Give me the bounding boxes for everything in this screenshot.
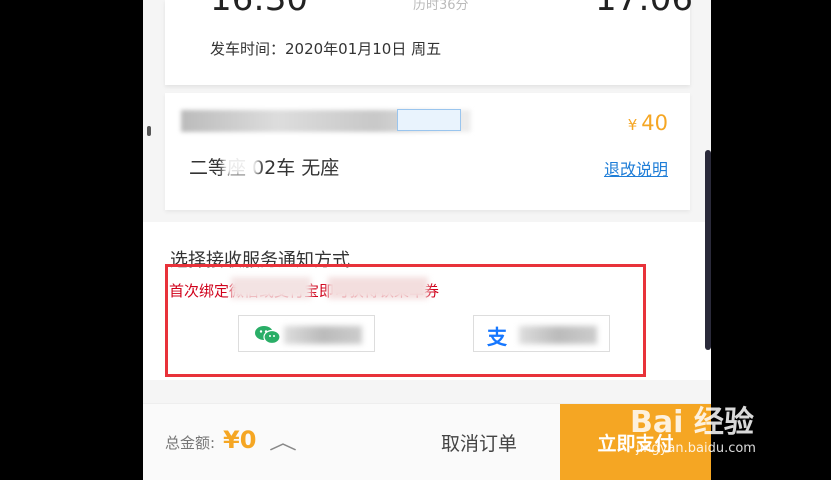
seat-card: ¥40 二等座 02车 无座 退改说明 — [165, 93, 690, 210]
ticket-type-badge — [397, 109, 461, 131]
trip-duration: 历时36分 — [413, 0, 469, 13]
departure-date: 发车时间：2020年01月10日 周五 — [210, 40, 442, 58]
watermark-logo: Bai 经验 — [630, 405, 754, 440]
total-amount: ¥0 — [223, 426, 257, 454]
checkout-bar: 总金额: ¥0 ︿ 取消订单 立即支付 — [143, 403, 711, 480]
seat-info: 二等座 02车 无座 — [189, 157, 340, 179]
ticket-price: ¥40 — [628, 111, 668, 135]
scrollbar[interactable] — [705, 150, 711, 350]
arrival-time: 17:06 — [595, 0, 693, 16]
seat-info-redaction — [223, 149, 259, 175]
highlight-box — [165, 264, 646, 377]
price-currency: ¥ — [627, 116, 638, 134]
cancel-order-button[interactable]: 取消订单 — [441, 429, 517, 456]
baidu-watermark: Bai 经验 jingyan.baidu.com — [630, 397, 756, 456]
edge-handle — [147, 126, 151, 136]
price-value: 40 — [641, 111, 668, 135]
app-screen: 16:30 历时36分 17:06 发车时间：2020年01月10日 周五 ¥4… — [143, 0, 711, 480]
refund-policy-link[interactable]: 退改说明 — [604, 156, 668, 180]
watermark-url: jingyan.baidu.com — [636, 441, 756, 456]
trip-card: 16:30 历时36分 17:06 发车时间：2020年01月10日 周五 — [165, 0, 693, 85]
total-label: 总金额: — [165, 434, 216, 452]
departure-time: 16:30 — [210, 0, 308, 16]
chevron-up-icon[interactable]: ︿ — [269, 426, 297, 455]
